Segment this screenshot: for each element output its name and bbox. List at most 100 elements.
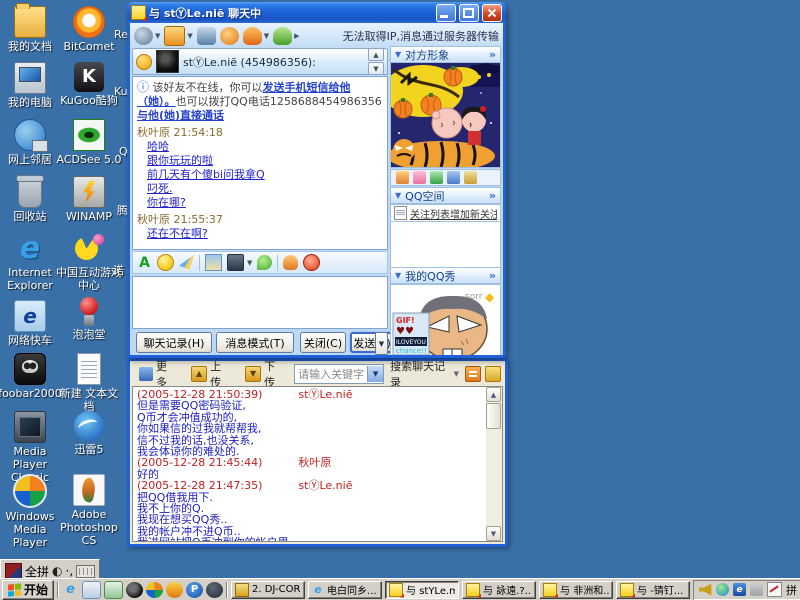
- desktop-icon-photoshop[interactable]: Adobe Photoshop CS: [56, 474, 122, 547]
- quicklaunch-wmp-icon[interactable]: [146, 582, 163, 598]
- message-input-area[interactable]: [132, 276, 388, 329]
- quicklaunch-foobar-icon[interactable]: [126, 582, 143, 598]
- task-button-winamp[interactable]: 2. DJ-COR...: [231, 581, 305, 599]
- font-style-icon[interactable]: A: [137, 255, 152, 270]
- expand-chevron-icon[interactable]: »: [489, 189, 496, 202]
- quicklaunch-winamp-icon[interactable]: [166, 582, 183, 598]
- maximize-button[interactable]: [459, 4, 479, 22]
- send-options-dropdown[interactable]: ▼: [375, 332, 388, 355]
- collapse-icon[interactable]: ▼: [395, 271, 401, 280]
- soft-keyboard-icon[interactable]: [76, 565, 95, 578]
- desktop-icon-recycle-bin[interactable]: 回收站: [0, 176, 63, 223]
- desktop-icon-winamp[interactable]: WINAMP: [56, 176, 122, 223]
- scrollbar-thumb[interactable]: [486, 403, 501, 429]
- desktop-icon-my-computer[interactable]: 我的电脑: [0, 62, 63, 109]
- qzone-follow-link[interactable]: 关注列表增加新关注: [410, 206, 497, 221]
- kugoo-tray-icon[interactable]: [716, 583, 729, 596]
- start-button[interactable]: 开始: [2, 580, 54, 600]
- emoticon-icon[interactable]: [157, 254, 174, 271]
- chevron-down-icon[interactable]: ▼: [264, 32, 269, 40]
- send-picture-icon[interactable]: [205, 254, 222, 271]
- minimize-button[interactable]: [436, 4, 456, 22]
- flashget-tray-icon[interactable]: e: [733, 583, 746, 596]
- volume-icon[interactable]: [699, 583, 712, 596]
- ime-mode-label[interactable]: 全拼: [25, 563, 49, 580]
- scroll-down-button[interactable]: ▼: [486, 526, 501, 541]
- qq-call-link[interactable]: 与他(她)直接通话: [137, 109, 224, 122]
- ime-logo-icon[interactable]: [5, 563, 22, 580]
- qq-phone-icon[interactable]: [197, 27, 216, 45]
- scroll-up-button[interactable]: ▲: [368, 48, 384, 61]
- desktop-icon-foobar2000[interactable]: foobar2000: [0, 353, 63, 400]
- task-button-chat-3[interactable]: 与 非洲和...: [539, 581, 613, 599]
- scroll-up-button[interactable]: ▲: [486, 387, 501, 402]
- desktop-icon-flashget[interactable]: e 网络快车: [0, 300, 63, 347]
- combo-dropdown-icon[interactable]: ▼: [367, 366, 383, 382]
- expand-chevron-icon[interactable]: »: [489, 48, 496, 61]
- qq-show-mall-icon[interactable]: [413, 171, 426, 184]
- qq-show-icon[interactable]: [273, 27, 292, 45]
- chevron-down-icon[interactable]: ▼: [187, 32, 192, 40]
- refresh-icon[interactable]: [430, 171, 443, 184]
- close-chat-button[interactable]: 关闭(C): [300, 332, 346, 353]
- photo-icon[interactable]: [396, 171, 409, 184]
- desktop-icon-internet-explorer[interactable]: e Internet Explorer: [0, 234, 63, 292]
- quicklaunch-ie-icon[interactable]: e: [62, 582, 79, 598]
- quicklaunch-misc-icon[interactable]: [206, 582, 223, 598]
- magic-expression-icon[interactable]: [179, 255, 194, 270]
- quicklaunch-pplive-icon[interactable]: P: [186, 582, 203, 598]
- chat-window-titlebar[interactable]: 与 stⓎLe.niē 聊天中: [127, 2, 506, 23]
- chat-scene-icon[interactable]: [257, 255, 272, 270]
- chat-history-button[interactable]: 聊天记录(H): [136, 332, 212, 353]
- my-qqshow-image[interactable]: sorr ◆ GIF! ♥♥ ILOVEYOU chanc: [390, 284, 501, 355]
- desktop-icon-new-text-doc[interactable]: 新建 文本文档: [56, 353, 122, 413]
- task-button-ie[interactable]: e电白同乡...: [308, 581, 382, 599]
- send-file-icon[interactable]: [164, 26, 185, 46]
- history-record-list[interactable]: (2005-12-28 21:50:39)stⓎLe.niē 但是需要QQ密码验…: [132, 386, 503, 542]
- more-tools-icon[interactable]: ▶: [294, 32, 299, 40]
- network-status-icon[interactable]: [750, 583, 763, 596]
- video-chat-icon[interactable]: [134, 27, 153, 45]
- collapse-icon[interactable]: ▼: [395, 191, 401, 200]
- desktop-icon-kugoo[interactable]: K KuGoo酷狗: [56, 62, 122, 107]
- qqshow-panel-header[interactable]: ▼ 我的QQ秀 »: [390, 267, 501, 284]
- desktop-icon-paopaotang[interactable]: 泡泡堂: [56, 296, 122, 341]
- friends-icon[interactable]: [447, 171, 460, 184]
- opponent-flash-image[interactable]: [390, 62, 501, 168]
- pinyin-indicator[interactable]: 拼: [786, 582, 797, 598]
- screen-capture-icon[interactable]: [227, 254, 244, 271]
- keyword-search-input[interactable]: 请输入关键字 ▼: [294, 364, 384, 384]
- contact-info-icon[interactable]: [243, 27, 262, 45]
- message-display-area[interactable]: ⓘ 该好友不在线，你可以发送手机短信给他（她）。也可以拨打QQ电话1258688…: [132, 76, 388, 250]
- scroll-down-button[interactable]: ▼: [368, 62, 384, 75]
- desktop-icon-bitcomet[interactable]: BitComet: [56, 6, 122, 53]
- chevron-down-icon[interactable]: ▼: [247, 259, 252, 267]
- music-share-icon[interactable]: [220, 27, 239, 45]
- desktop-icon-acdsee[interactable]: ACDSee 5.0: [56, 119, 122, 166]
- tablet-pen-icon[interactable]: [767, 582, 782, 597]
- task-button-chat-2[interactable]: 与 詠遠.?...: [462, 581, 536, 599]
- chevron-down-icon[interactable]: ▼: [454, 370, 459, 378]
- collapse-icon[interactable]: ▼: [395, 50, 401, 59]
- signature-icon[interactable]: [464, 171, 477, 184]
- contact-avatar[interactable]: [156, 50, 179, 73]
- quicklaunch-mail-icon[interactable]: [82, 581, 101, 599]
- tell-friend-icon[interactable]: [283, 255, 298, 270]
- quicklaunch-show-desktop-icon[interactable]: [104, 581, 123, 599]
- full-half-width-icon[interactable]: ◐: [52, 565, 62, 577]
- chevron-down-icon[interactable]: ▼: [155, 32, 160, 40]
- desktop-icon-my-documents[interactable]: 我的文档: [0, 6, 63, 53]
- opponent-panel-header[interactable]: ▼ 对方形象 »: [390, 46, 501, 63]
- close-button[interactable]: [482, 4, 502, 22]
- desktop-icon-wmp[interactable]: Windows Media Player: [0, 474, 63, 549]
- task-button-chat-4[interactable]: 与 -锖钉...: [616, 581, 690, 599]
- task-button-chat-style[interactable]: 与 stYLe.m...: [385, 581, 459, 599]
- qzone-panel-header[interactable]: ▼ QQ空间 »: [390, 187, 501, 204]
- export-icon[interactable]: [485, 366, 501, 382]
- expand-chevron-icon[interactable]: »: [489, 269, 496, 282]
- desktop-icon-thunder[interactable]: 迅雷5: [56, 411, 122, 456]
- desktop-icon-network-places[interactable]: 网上邻居: [0, 119, 63, 166]
- history-scrollbar[interactable]: ▲ ▼: [486, 387, 502, 541]
- view-mode-icon[interactable]: [465, 366, 481, 382]
- window-shake-icon[interactable]: [303, 254, 320, 271]
